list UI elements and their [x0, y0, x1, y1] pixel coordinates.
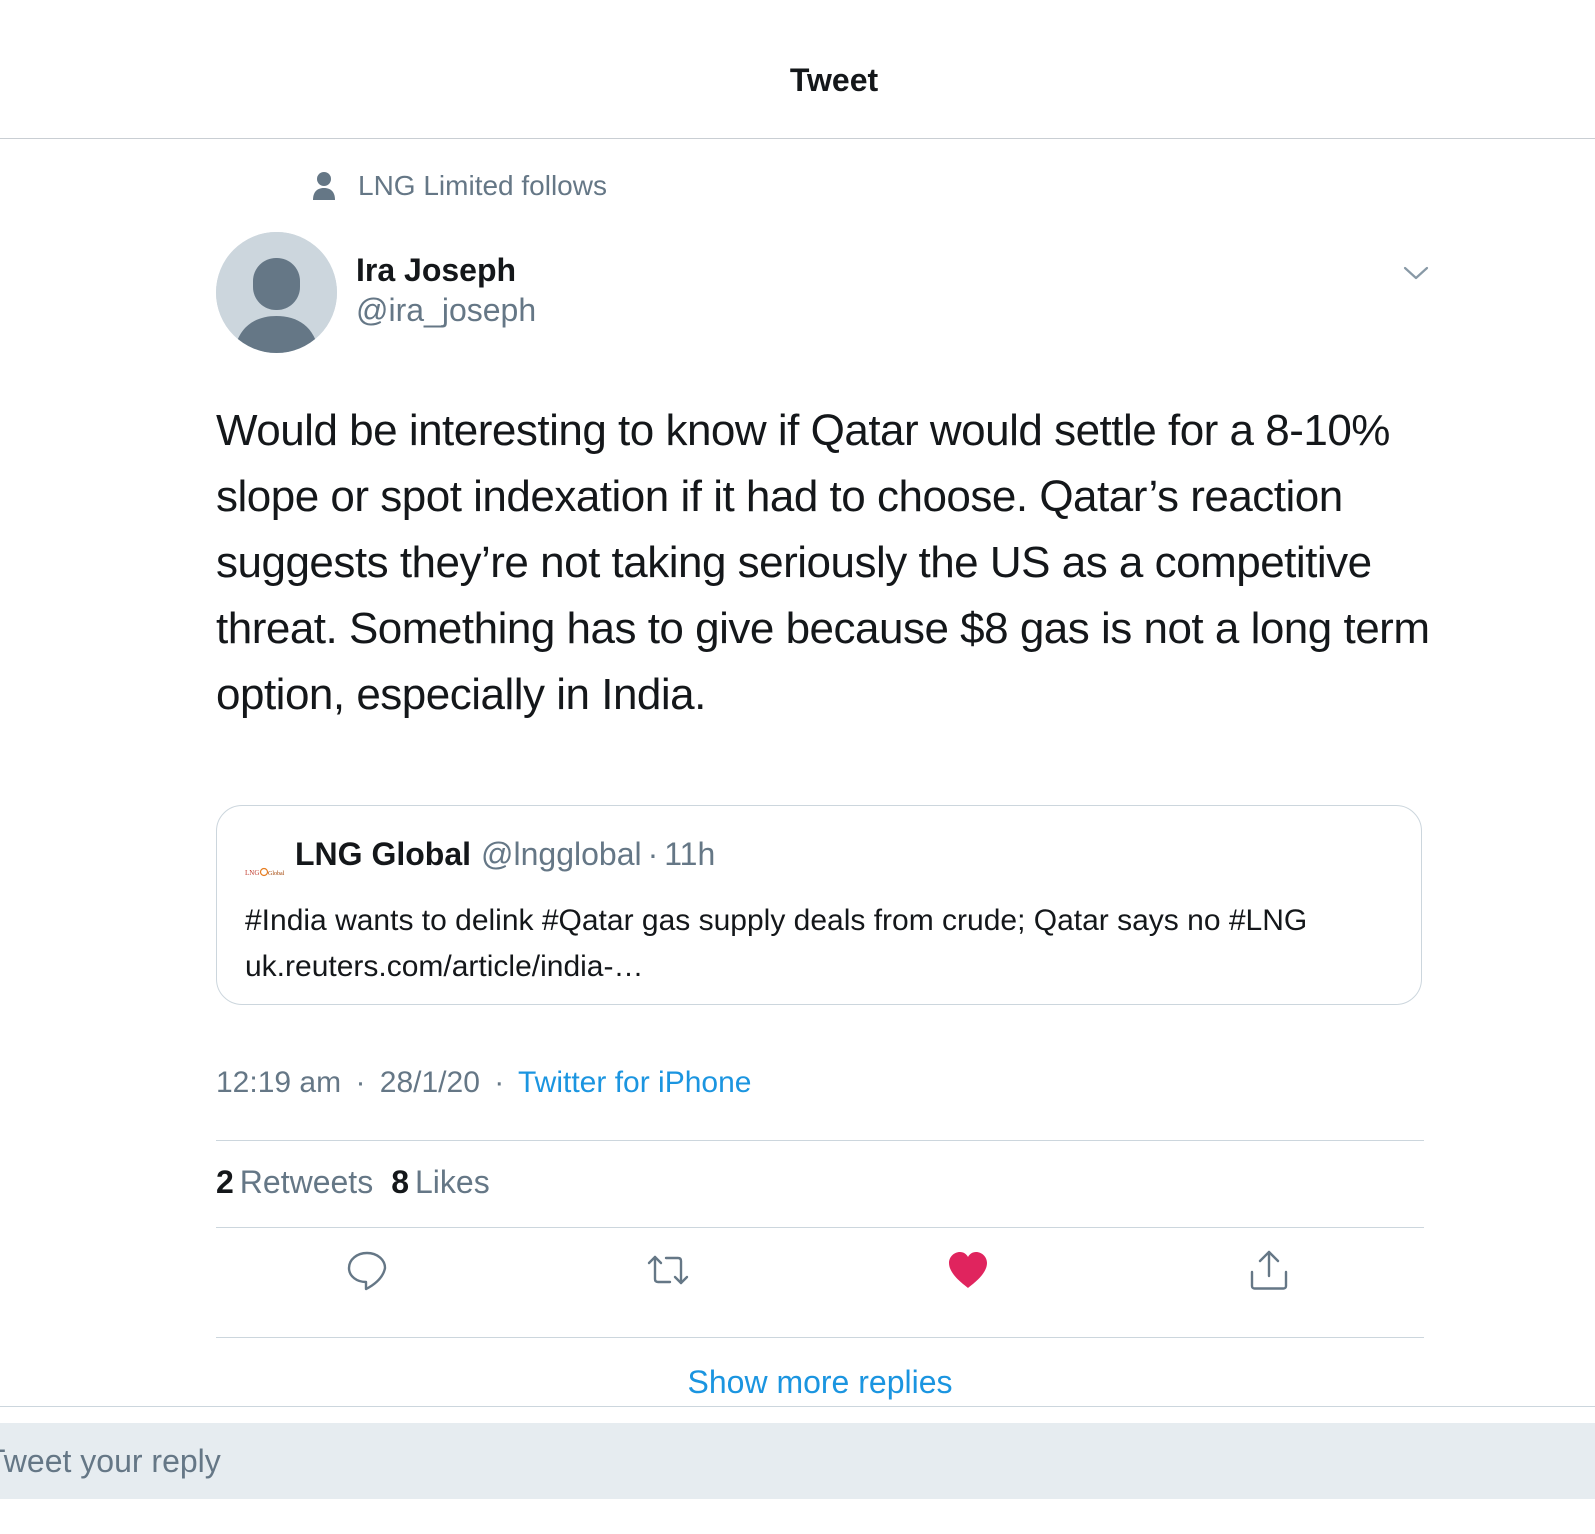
quoted-separator: ·: [647, 836, 659, 872]
quoted-timestamp: 11h: [664, 836, 716, 872]
tweet-time: 12:19 am: [216, 1066, 342, 1099]
retweet-icon[interactable]: [646, 1248, 690, 1292]
reply-input[interactable]: [0, 1423, 1595, 1499]
tweet-detail-screen: Tweet LNG Limited follows Ira Joseph @ir…: [0, 0, 1595, 1534]
show-more-replies-button[interactable]: Show more replies: [0, 1364, 1595, 1401]
likes-stat[interactable]: 8 Likes: [391, 1164, 508, 1200]
header-divider: [0, 138, 1595, 139]
author-block[interactable]: Ira Joseph @ira_joseph: [356, 250, 536, 330]
retweets-count: 2: [216, 1164, 234, 1200]
page-title: Tweet: [789, 62, 879, 98]
tweet-metadata: 12:19 am · 28/1/20 · Twitter for iPhone: [216, 1066, 751, 1100]
social-context-label: LNG Limited follows: [358, 170, 607, 201]
meta-separator: ·: [355, 1066, 366, 1099]
lng-global-logo-icon: LNG Global: [245, 849, 287, 877]
divider: [216, 1337, 1424, 1338]
engagement-stats: 2 Retweets 8 Likes: [216, 1164, 508, 1201]
person-icon: [312, 171, 336, 201]
reply-icon[interactable]: [345, 1248, 389, 1292]
tweet-date: 28/1/20: [379, 1066, 480, 1099]
heart-icon[interactable]: [946, 1248, 990, 1292]
meta-separator: ·: [494, 1066, 505, 1099]
retweets-label: Retweets: [239, 1164, 374, 1200]
quoted-tweet-text: #India wants to delink #Qatar gas supply…: [245, 904, 1308, 983]
avatar[interactable]: [216, 232, 337, 353]
quoted-tweet-header: LNG Global LNG Global @lngglobal · 11h: [245, 836, 716, 877]
quoted-tweet[interactable]: LNG Global LNG Global @lngglobal · 11h #…: [216, 805, 1422, 1005]
svg-text:LNG: LNG: [245, 869, 259, 877]
likes-label: Likes: [414, 1164, 490, 1200]
retweets-stat[interactable]: 2 Retweets: [216, 1164, 391, 1200]
likes-count: 8: [391, 1164, 409, 1200]
tweet-source-link[interactable]: Twitter for iPhone: [518, 1066, 751, 1099]
divider: [216, 1227, 1424, 1228]
author-name[interactable]: Ira Joseph: [356, 250, 536, 290]
author-handle[interactable]: @ira_joseph: [356, 290, 536, 330]
action-bar: [0, 1248, 1595, 1296]
chevron-down-icon[interactable]: [1402, 262, 1430, 284]
quoted-author-handle: @lngglobal: [481, 836, 642, 872]
social-context: LNG Limited follows: [312, 168, 607, 204]
share-icon[interactable]: [1247, 1248, 1291, 1292]
divider: [216, 1140, 1424, 1141]
quoted-author-name: LNG Global: [295, 836, 471, 872]
tweet-text: Would be interesting to know if Qatar wo…: [216, 406, 1430, 719]
default-avatar-icon: [216, 232, 337, 353]
svg-text:Global: Global: [268, 871, 285, 877]
reply-bar: [0, 1406, 1595, 1534]
